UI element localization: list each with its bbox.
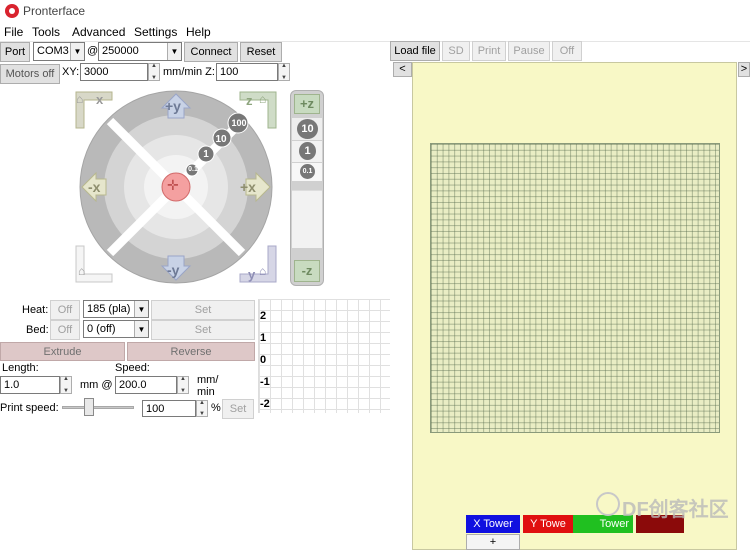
speed-unit-label-2: min [197, 386, 215, 398]
add-legend-button[interactable]: + [466, 534, 520, 550]
reset-button[interactable]: Reset [240, 42, 282, 62]
length-spinner[interactable] [60, 376, 72, 394]
menu-file[interactable]: File [4, 25, 23, 39]
jog-minus-y-label[interactable]: -y [167, 262, 179, 278]
watermark-logo [596, 492, 620, 516]
bed-value: 0 (off) [87, 323, 116, 335]
collapse-right-button[interactable]: > [738, 62, 750, 77]
graph-tick-2: 2 [260, 310, 267, 322]
sd-button[interactable]: SD [442, 41, 470, 61]
chevron-down-icon: ▼ [134, 321, 148, 337]
watermark: DF创客社区 [622, 499, 729, 521]
print-speed-spinner[interactable] [196, 400, 208, 417]
load-file-button[interactable]: Load file [390, 41, 440, 61]
at-label: @ [87, 45, 99, 57]
heat-off-button[interactable]: Off [50, 300, 80, 320]
print-button[interactable]: Print [472, 41, 506, 61]
title-bar [0, 0, 750, 22]
bed-set-button[interactable]: Set [151, 320, 255, 340]
off-button[interactable]: Off [552, 41, 582, 61]
home-z-label: z [246, 93, 253, 108]
jog-step-100[interactable]: 100 [230, 118, 248, 128]
speed-unit-label-1: mm/ [197, 374, 219, 386]
baud-value: 250000 [102, 45, 139, 57]
length-label: Length: [2, 362, 39, 374]
temperature-graph [258, 299, 390, 413]
z-feedrate-spinner[interactable] [278, 63, 290, 81]
motors-off-button[interactable]: Motors off [0, 64, 60, 84]
z-step-1-button[interactable]: 1 [299, 142, 316, 160]
graph-tick-minus-1: -1 [260, 376, 270, 388]
port-button[interactable]: Port [0, 42, 30, 62]
jog-plus-z-button[interactable]: +z [294, 94, 320, 114]
length-input[interactable]: 1.0 [0, 376, 60, 394]
z-step-10-button[interactable]: 10 [297, 119, 318, 139]
home-x-label: x [96, 92, 104, 107]
chevron-down-icon: ▼ [167, 43, 181, 60]
z-down-steps[interactable] [292, 190, 322, 248]
speed-input[interactable]: 200.0 [115, 376, 177, 394]
mm-at-label: mm @ [80, 379, 113, 391]
extrude-button[interactable]: Extrude [0, 342, 125, 361]
speed-label: Speed: [115, 362, 150, 374]
pause-button[interactable]: Pause [508, 41, 550, 61]
graph-tick-1: 1 [260, 332, 267, 344]
bed-off-button[interactable]: Off [50, 320, 80, 340]
jog-plus-y-label[interactable]: +y [165, 98, 181, 114]
graph-tick-minus-2: -2 [260, 398, 270, 410]
menu-bar: File Tools Advanced Settings Help [0, 23, 750, 41]
chevron-down-icon: ▼ [70, 43, 84, 60]
print-speed-unit: % [211, 402, 221, 414]
baud-select[interactable]: 250000 ▼ [98, 42, 182, 61]
jog-step-1[interactable]: 1 [197, 149, 215, 160]
home-xy-icon[interactable]: ⌂ [76, 92, 83, 106]
menu-advanced[interactable]: Advanced [72, 25, 125, 39]
print-speed-slider-thumb[interactable] [84, 398, 94, 416]
heat-set-button[interactable]: Set [151, 300, 255, 320]
xy-feedrate-spinner[interactable] [148, 63, 160, 81]
speed-spinner[interactable] [177, 376, 189, 394]
z-step-0-1-button[interactable]: 0.1 [300, 164, 315, 179]
heat-select[interactable]: 185 (pla) ▼ [83, 300, 149, 318]
crosshair-icon: ✛ [167, 177, 179, 193]
jog-minus-z-button[interactable]: -z [294, 260, 320, 282]
print-speed-slider[interactable] [62, 406, 134, 409]
y-tower-legend[interactable]: Y Towe [523, 515, 573, 533]
window-title: Pronterface [23, 4, 86, 18]
bed-label: Bed: [26, 324, 49, 336]
xy-feedrate-input[interactable]: 3000 [80, 63, 148, 81]
print-speed-label: Print speed: [0, 402, 59, 414]
connect-button[interactable]: Connect [184, 42, 238, 62]
heat-label: Heat: [22, 304, 49, 316]
home-y-icon[interactable]: ⌂ [259, 264, 266, 278]
reverse-button[interactable]: Reverse [127, 342, 255, 361]
xy-label: XY: [62, 66, 80, 78]
print-speed-input[interactable]: 100 [142, 400, 196, 417]
jog-plus-x-label[interactable]: +x [240, 179, 256, 195]
home-z-icon[interactable]: ⌂ [259, 92, 266, 106]
graph-tick-0: 0 [260, 354, 267, 366]
chevron-down-icon: ▼ [134, 301, 148, 317]
bed-select[interactable]: 0 (off) ▼ [83, 320, 149, 338]
jog-step-10[interactable]: 10 [212, 134, 230, 145]
menu-tools[interactable]: Tools [32, 25, 60, 39]
x-tower-legend[interactable]: X Tower [466, 515, 520, 533]
home-all-icon[interactable]: ⌂ [78, 264, 85, 278]
jog-minus-x-label[interactable]: -x [88, 179, 100, 195]
print-speed-set-button[interactable]: Set [222, 399, 254, 419]
menu-help[interactable]: Help [186, 25, 211, 39]
app-icon [5, 4, 19, 18]
port-value: COM3 [37, 45, 69, 57]
port-select[interactable]: COM3 ▼ [33, 42, 85, 61]
home-y-label: y [248, 267, 256, 282]
collapse-left-button[interactable]: < [393, 62, 412, 77]
print-bed-grid [430, 143, 720, 433]
menu-settings[interactable]: Settings [134, 25, 177, 39]
heat-value: 185 (pla) [87, 303, 131, 315]
jog-step-0-1[interactable]: 0.1 [184, 166, 202, 173]
feedrate-unit-label: mm/min Z: [163, 66, 215, 78]
z-feedrate-input[interactable]: 100 [216, 63, 278, 81]
